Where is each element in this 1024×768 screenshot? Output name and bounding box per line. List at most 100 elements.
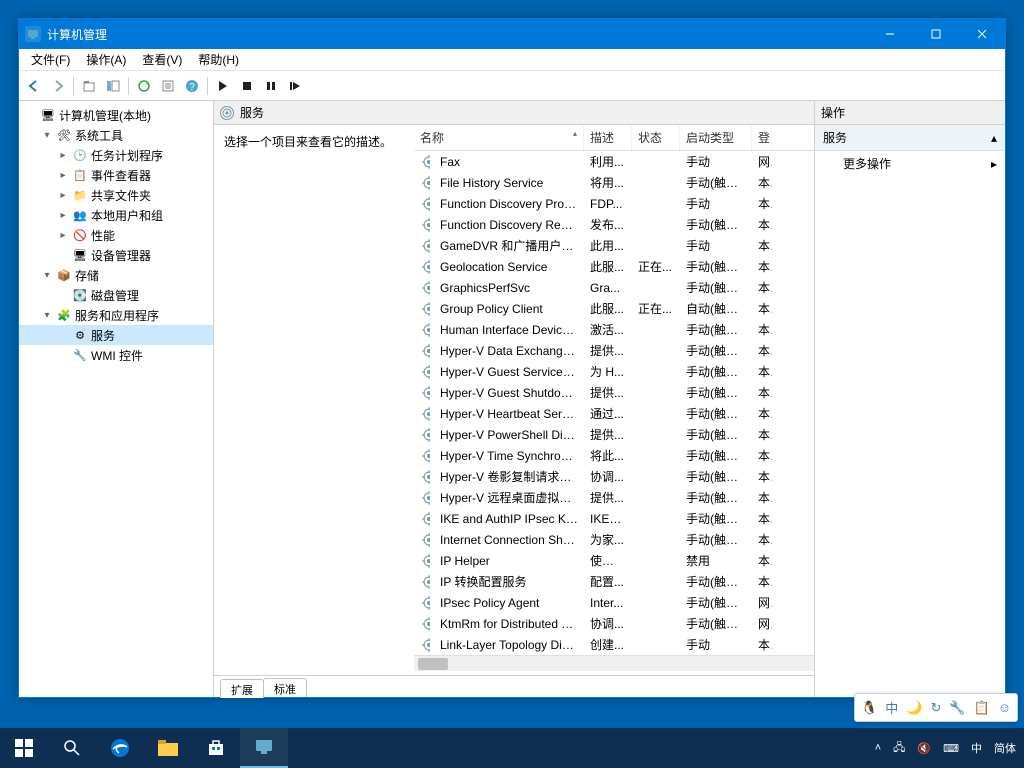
tray-chevron-icon[interactable]: ˄ (875, 742, 881, 754)
service-row[interactable]: KtmRm for Distributed Tr...协调...手动(触发...… (414, 613, 814, 634)
tree-node[interactable]: ⚙服务 (19, 325, 213, 345)
tree-node[interactable]: 🔧WMI 控件 (19, 345, 213, 365)
system-tray[interactable]: ˄ 🖧 🔇 ⌨ 中 简体 (875, 739, 1024, 758)
pause-service-button[interactable] (260, 75, 282, 97)
lang-indicator[interactable]: 简体 (994, 740, 1016, 756)
gear-icon (416, 596, 430, 610)
tree-node[interactable]: ▾🧩服务和应用程序 (19, 305, 213, 325)
service-row[interactable]: Geolocation Service此服...正在...手动(触发...本 (414, 256, 814, 277)
start-service-button[interactable] (212, 75, 234, 97)
service-row[interactable]: Function Discovery Provi...FDP...手动本 (414, 193, 814, 214)
menu-view[interactable]: 查看(V) (134, 49, 190, 70)
refresh-button[interactable] (133, 75, 155, 97)
back-button[interactable] (23, 75, 45, 97)
tree-node[interactable]: ▸📁共享文件夹 (19, 185, 213, 205)
edge-button[interactable] (96, 728, 144, 768)
start-button[interactable] (0, 728, 48, 768)
actions-section[interactable]: 服务 ▴ (815, 125, 1005, 151)
tree-node[interactable]: 🖥计算机管理(本地) (19, 105, 213, 125)
service-row[interactable]: GameDVR 和广播用户服务...此用...手动本 (414, 235, 814, 256)
service-row[interactable]: IP 转换配置服务配置...手动(触发...本 (414, 571, 814, 592)
col-status[interactable]: 状态 (632, 125, 680, 150)
service-row[interactable]: Internet Connection Shari...为家...手动(触发..… (414, 529, 814, 550)
service-row[interactable]: Hyper-V 卷影复制请求程序协调...手动(触发...本 (414, 466, 814, 487)
expander-icon[interactable]: ▸ (57, 210, 69, 221)
service-row[interactable]: Function Discovery Reso...发布...手动(触发...本 (414, 214, 814, 235)
ime-mode[interactable]: 中 (885, 698, 898, 717)
more-actions[interactable]: 更多操作 ▸ (815, 151, 1005, 176)
expander-icon[interactable]: ▾ (41, 130, 53, 141)
smile-icon[interactable]: ☺ (998, 700, 1011, 715)
col-desc[interactable]: 描述 (584, 125, 632, 150)
service-row[interactable]: Hyper-V 远程桌面虚拟化...提供...手动(触发...本 (414, 487, 814, 508)
service-row[interactable]: Human Interface Device ...激活...手动(触发...本 (414, 319, 814, 340)
clipboard-icon[interactable]: 📋 (974, 700, 990, 716)
expander-icon[interactable]: ▾ (41, 270, 53, 281)
tab-standard[interactable]: 标准 (263, 678, 307, 697)
refresh-icon[interactable]: ↻ (930, 700, 941, 716)
col-startup[interactable]: 启动类型 (680, 125, 752, 150)
service-row[interactable]: Hyper-V Time Synchroniz...将此...手动(触发...本 (414, 445, 814, 466)
tree-node[interactable]: 💽磁盘管理 (19, 285, 213, 305)
search-button[interactable] (48, 728, 96, 768)
service-row[interactable]: GraphicsPerfSvcGra...手动(触发...本 (414, 277, 814, 298)
col-name[interactable]: 名称▴ (414, 125, 584, 150)
tree-node[interactable]: ▸👥本地用户和组 (19, 205, 213, 225)
taskbar[interactable]: ˄ 🖧 🔇 ⌨ 中 简体 (0, 728, 1024, 768)
service-row[interactable]: Fax利用...手动网 (414, 151, 814, 172)
menu-help[interactable]: 帮助(H) (190, 49, 247, 70)
service-row[interactable]: IKE and AuthIP IPsec Key...IKEE...手动(触发.… (414, 508, 814, 529)
service-row[interactable]: IPsec Policy AgentInter...手动(触发...网 (414, 592, 814, 613)
tree-node[interactable]: ▸🚫性能 (19, 225, 213, 245)
service-row[interactable]: IP Helper使用 ...禁用本 (414, 550, 814, 571)
up-button[interactable] (78, 75, 100, 97)
tree-node[interactable]: ▾📦存储 (19, 265, 213, 285)
tree-node[interactable]: ▾🛠系统工具 (19, 125, 213, 145)
moon-icon[interactable]: 🌙 (906, 700, 922, 716)
tree-label: 服务和应用程序 (75, 307, 159, 324)
network-icon[interactable]: 🖧 (893, 739, 905, 758)
navigation-tree[interactable]: 🖥计算机管理(本地)▾🛠系统工具▸🕑任务计划程序▸📋事件查看器▸📁共享文件夹▸👥… (19, 101, 214, 697)
forward-button[interactable] (47, 75, 69, 97)
explorer-button[interactable] (144, 728, 192, 768)
compmgmt-taskbar-button[interactable] (240, 728, 288, 768)
ime-indicator[interactable]: 中 (971, 740, 982, 756)
service-row[interactable]: Link-Layer Topology Disc...创建...手动本 (414, 634, 814, 655)
menu-file[interactable]: 文件(F) (23, 49, 78, 70)
service-row[interactable]: Hyper-V Guest Shutdown...提供...手动(触发...本 (414, 382, 814, 403)
tree-node[interactable]: 🖥设备管理器 (19, 245, 213, 265)
expander-icon[interactable]: ▸ (57, 150, 69, 161)
show-hide-tree-button[interactable] (102, 75, 124, 97)
expander-icon[interactable]: ▸ (57, 190, 69, 201)
store-button[interactable] (192, 728, 240, 768)
service-row[interactable]: Hyper-V Heartbeat Service通过...手动(触发...本 (414, 403, 814, 424)
maximize-button[interactable] (913, 19, 959, 49)
ime-toolbar[interactable]: 🐧 中 🌙 ↻ 🔧 📋 ☺ (854, 693, 1018, 722)
expander-icon[interactable]: ▸ (57, 230, 69, 241)
service-row[interactable]: Hyper-V Guest Service In...为 H...手动(触发..… (414, 361, 814, 382)
svc-name: Group Policy Client (434, 302, 584, 316)
export-button[interactable] (157, 75, 179, 97)
stop-service-button[interactable] (236, 75, 258, 97)
expander-icon[interactable]: ▸ (57, 170, 69, 181)
restart-service-button[interactable] (284, 75, 306, 97)
close-button[interactable] (959, 19, 1005, 49)
service-row[interactable]: Group Policy Client此服...正在...自动(触发...本 (414, 298, 814, 319)
titlebar[interactable]: 计算机管理 (19, 19, 1005, 49)
menu-action[interactable]: 操作(A) (78, 49, 134, 70)
tree-node[interactable]: ▸🕑任务计划程序 (19, 145, 213, 165)
services-list[interactable]: 名称▴ 描述 状态 启动类型 登 Fax利用...手动网File History… (414, 125, 814, 675)
service-row[interactable]: Hyper-V PowerShell Dire...提供...手动(触发...本 (414, 424, 814, 445)
tree-node[interactable]: ▸📋事件查看器 (19, 165, 213, 185)
service-row[interactable]: File History Service将用...手动(触发...本 (414, 172, 814, 193)
service-row[interactable]: Hyper-V Data Exchange ...提供...手动(触发...本 (414, 340, 814, 361)
minimize-button[interactable] (867, 19, 913, 49)
horizontal-scrollbar[interactable] (414, 655, 814, 671)
keyboard-icon[interactable]: ⌨ (943, 742, 959, 755)
help-button[interactable]: ? (181, 75, 203, 97)
volume-icon[interactable]: 🔇 (917, 742, 931, 755)
col-logon[interactable]: 登 (752, 125, 772, 150)
wrench-icon[interactable]: 🔧 (949, 700, 965, 716)
tab-extended[interactable]: 扩展 (220, 679, 264, 698)
expander-icon[interactable]: ▾ (41, 310, 53, 321)
